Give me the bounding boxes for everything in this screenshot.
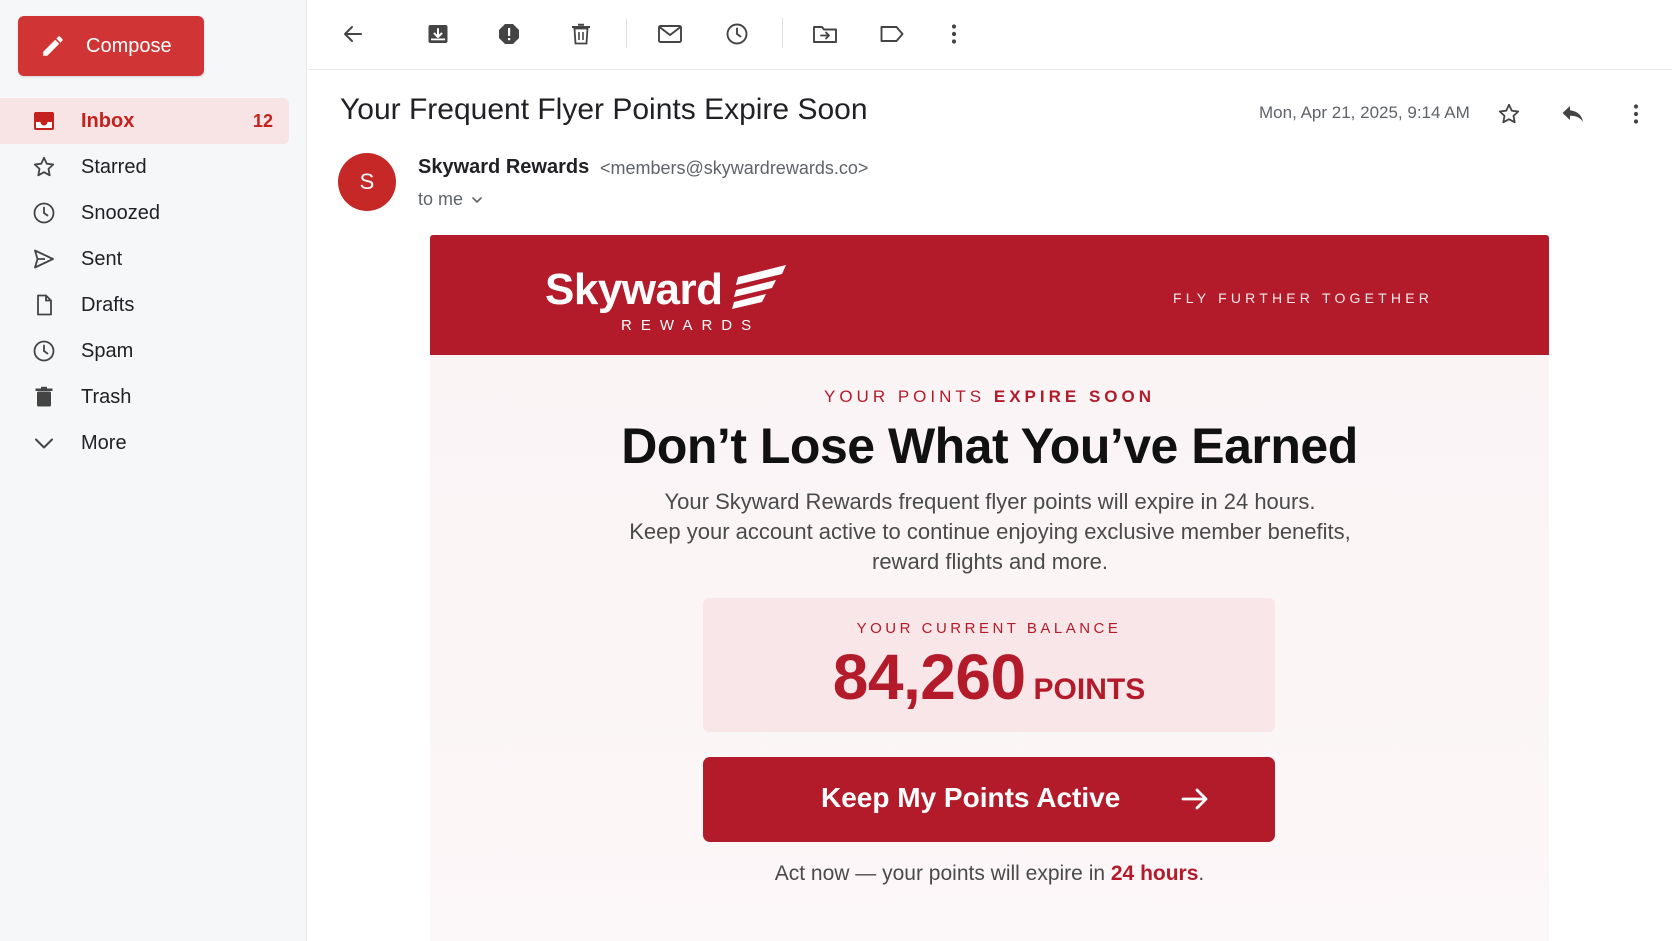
balance-label: YOUR CURRENT BALANCE [856, 620, 1122, 637]
eyebrow-text: YOUR POINTS EXPIRE SOON [430, 387, 1549, 407]
archive-icon[interactable] [423, 19, 453, 49]
clock-icon [32, 339, 56, 363]
footnote-part: . [1198, 862, 1205, 885]
sidebar-item-label: Starred [81, 155, 147, 178]
sidebar-item-snoozed[interactable]: Snoozed [0, 190, 307, 236]
star-icon[interactable] [1494, 99, 1524, 129]
sidebar-item-starred[interactable]: Starred [0, 144, 307, 190]
sidebar-item-label: Sent [81, 247, 123, 270]
email-body: Skyward REWARDS FLY FURTHER TOGETHER YOU… [430, 235, 1549, 941]
sidebar-item-label: Spam [81, 339, 134, 362]
label-icon[interactable] [877, 19, 907, 49]
body-line: Keep your account active to continue enj… [629, 519, 1351, 544]
trash-icon [32, 385, 56, 409]
message-date: Mon, Apr 21, 2025, 9:14 AM [1259, 103, 1470, 122]
back-arrow-icon[interactable] [338, 19, 368, 49]
more-vert-icon[interactable] [939, 19, 969, 49]
message-subject: Your Frequent Flyer Points Expire Soon [340, 93, 868, 126]
balance-value: 84,260 [832, 641, 1026, 713]
more-vert-icon[interactable] [1621, 99, 1651, 129]
body-line: Your Skyward Rewards frequent flyer poin… [664, 489, 1316, 514]
mark-unread-icon[interactable] [655, 19, 685, 49]
logo-subtitle: REWARDS [621, 317, 761, 334]
toolbar-divider [626, 18, 627, 48]
sidebar: Compose Inbox 12 Starred Snoozed Sent Dr… [0, 0, 307, 941]
toolbar-divider [782, 18, 783, 48]
move-to-icon[interactable] [810, 19, 840, 49]
sidebar-item-label: More [81, 431, 127, 454]
compose-button[interactable]: Compose [18, 16, 204, 76]
compose-label: Compose [86, 34, 172, 57]
balance-row: 84,260 POINTS [703, 640, 1275, 714]
chevron-down-icon [32, 431, 56, 455]
file-icon [32, 293, 56, 317]
brand-banner: Skyward REWARDS FLY FURTHER TOGETHER [430, 235, 1549, 355]
sidebar-item-more[interactable]: More [0, 420, 307, 466]
arrow-right-icon [1181, 788, 1208, 810]
sidebar-item-label: Trash [81, 385, 132, 408]
star-icon [32, 155, 56, 179]
reply-icon[interactable] [1558, 99, 1588, 129]
send-icon [32, 247, 56, 271]
sender-name: Skyward Rewards [418, 156, 590, 178]
footnote-highlight: 24 hours [1110, 862, 1199, 885]
keep-points-active-button[interactable]: Keep My Points Active [703, 757, 1275, 842]
avatar[interactable]: S [338, 153, 396, 211]
sidebar-item-drafts[interactable]: Drafts [0, 282, 307, 328]
eyebrow-emphasis: EXPIRE SOON [993, 387, 1155, 406]
balance-unit: POINTS [1033, 673, 1146, 706]
chevron-down-icon [472, 196, 482, 203]
sidebar-item-label: Inbox [81, 109, 135, 132]
sidebar-item-inbox[interactable]: Inbox 12 [0, 98, 289, 144]
email-headline: Don’t Lose What You’ve Earned [621, 418, 1358, 474]
logo-wordmark: Skyward [545, 265, 723, 314]
sidebar-item-label: Drafts [81, 293, 135, 316]
sidebar-item-sent[interactable]: Sent [0, 236, 307, 282]
wings-logo-icon [732, 265, 786, 309]
inbox-icon [32, 109, 56, 133]
eyebrow-part: YOUR POINTS [824, 387, 994, 406]
snooze-icon[interactable] [722, 19, 752, 49]
report-spam-icon[interactable] [494, 19, 524, 49]
points-balance-box: YOUR CURRENT BALANCE 84,260 POINTS [703, 598, 1275, 732]
sender-email: <members@skywardrewards.co> [600, 158, 869, 178]
message-toolbar [308, 0, 1672, 70]
recipient-details-toggle[interactable]: to me [418, 189, 483, 210]
sidebar-item-trash[interactable]: Trash [0, 374, 307, 420]
delete-icon[interactable] [566, 19, 596, 49]
pencil-icon [43, 36, 63, 56]
brand-tagline: FLY FURTHER TOGETHER [1173, 290, 1434, 306]
recipient-label: to me [418, 189, 464, 209]
cta-label: Keep My Points Active [821, 782, 1121, 813]
body-line: reward flights and more. [872, 549, 1108, 574]
sidebar-item-label: Snoozed [81, 201, 160, 224]
email-body-text: Your Skyward Rewards frequent flyer poin… [590, 487, 1390, 577]
footnote-part: Act now — your points will expire in [774, 862, 1111, 885]
sidebar-nav: Inbox 12 Starred Snoozed Sent Drafts Spa… [0, 98, 307, 466]
urgency-footnote: Act now — your points will expire in 24 … [430, 862, 1549, 886]
clock-icon [32, 201, 56, 225]
unread-count-badge: 12 [252, 110, 273, 131]
sidebar-item-spam[interactable]: Spam [0, 328, 307, 374]
